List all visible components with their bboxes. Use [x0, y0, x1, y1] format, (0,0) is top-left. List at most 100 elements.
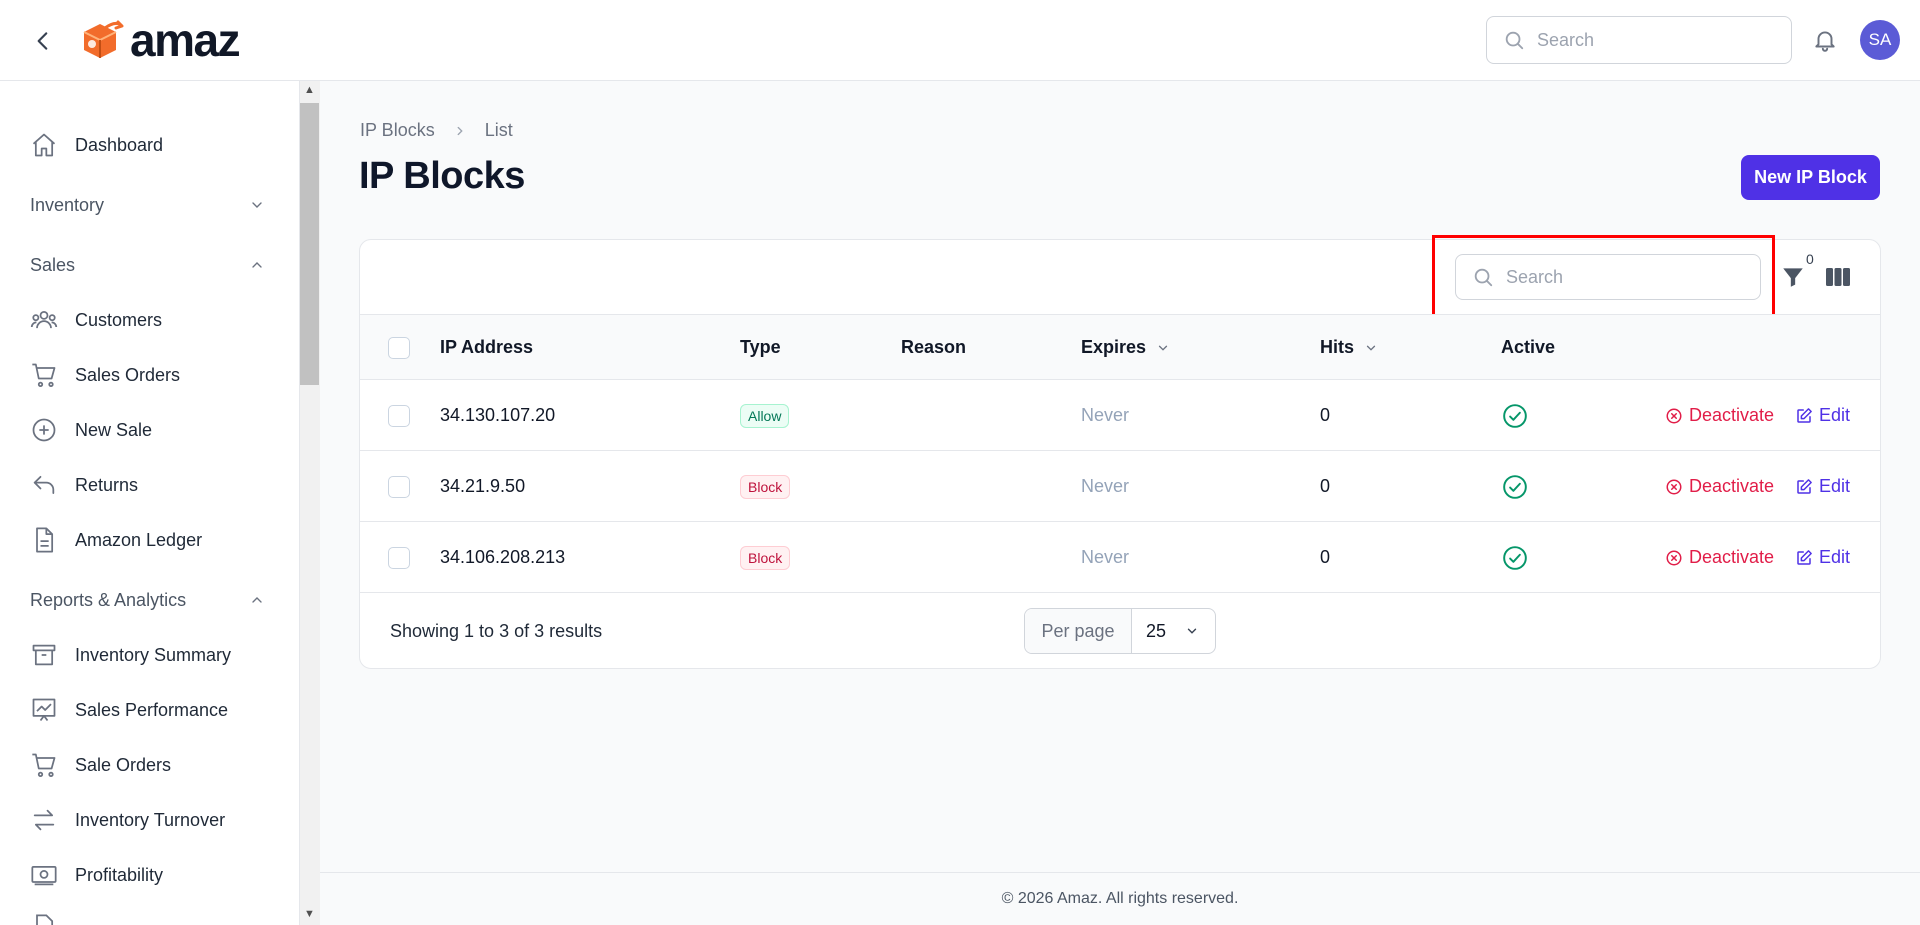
columns-icon[interactable]: [1825, 265, 1851, 289]
select-all-checkbox[interactable]: [388, 337, 410, 359]
sidebar-item-amazon-ledger[interactable]: Amazon Ledger: [30, 520, 202, 560]
sidebar-item-label: New Sale: [75, 419, 153, 440]
sidebar-item-label: Amazon Ledger: [75, 529, 203, 550]
global-search-input[interactable]: [1537, 29, 1757, 51]
chevron-down-icon: [252, 202, 262, 208]
ip-cell: 34.130.107.20: [440, 405, 556, 425]
new-ip-block-button[interactable]: New IP Block: [1741, 155, 1880, 200]
chevron-down-icon: [1366, 345, 1376, 351]
row-checkbox[interactable]: [388, 405, 410, 427]
filter-icon[interactable]: [1780, 264, 1806, 290]
logo-text: amaz: [130, 14, 241, 66]
global-search[interactable]: [1486, 16, 1792, 64]
ip-cell: 34.21.9.50: [440, 476, 526, 496]
row-checkbox[interactable]: [388, 476, 410, 498]
filter-count-badge: 0: [1806, 251, 1814, 267]
sidebar-group-reports[interactable]: Reports & Analytics: [30, 580, 265, 620]
check-circle-icon: [1503, 404, 1527, 428]
deactivate-button[interactable]: Deactivate: [1665, 476, 1774, 497]
chevron-down-icon: [1187, 628, 1197, 634]
edit-button[interactable]: Edit: [1795, 547, 1850, 568]
sidebar-item-label: Sale Orders: [75, 754, 172, 775]
column-header-active: Active: [1501, 337, 1556, 357]
per-page-control: Per page 25: [1024, 608, 1216, 654]
chart-icon: [32, 698, 56, 722]
sidebar-item-new-sale[interactable]: New Sale: [30, 410, 152, 450]
sidebar-item-label: Returns: [75, 474, 139, 495]
edit-icon: [1797, 549, 1812, 565]
x-circle-icon: [1666, 479, 1682, 494]
app-logo[interactable]: amaz: [78, 14, 241, 66]
back-arrow-icon[interactable]: [30, 28, 56, 54]
x-circle-icon: [1666, 550, 1682, 565]
users-icon: [30, 310, 58, 329]
type-badge: Block: [740, 546, 791, 570]
ip-cell: 34.106.208.213: [440, 547, 566, 567]
sidebar-group-label: Reports & Analytics: [30, 589, 187, 610]
breadcrumb-link[interactable]: IP Blocks: [360, 120, 435, 141]
cart-icon: [32, 753, 56, 777]
return-arrow-icon: [33, 475, 55, 495]
deactivate-button[interactable]: Deactivate: [1665, 405, 1774, 426]
type-badge: Block: [740, 475, 791, 499]
highlight-box: [1432, 235, 1775, 319]
sidebar-item-returns[interactable]: Returns: [30, 465, 138, 505]
x-circle-icon: [1666, 408, 1682, 423]
deactivate-button[interactable]: Deactivate: [1665, 547, 1774, 568]
column-header-hits[interactable]: Hits: [1320, 337, 1378, 358]
archive-icon: [32, 644, 56, 666]
sidebar-item-sales-performance[interactable]: Sales Performance: [30, 690, 228, 730]
hits-cell: 0: [1320, 405, 1331, 425]
search-icon: [1505, 31, 1524, 50]
sidebar-item-profitability[interactable]: Profitability: [30, 855, 163, 895]
edit-button[interactable]: Edit: [1795, 476, 1850, 497]
expires-cell: Never: [1081, 405, 1130, 425]
scroll-up-arrow[interactable]: ▲: [300, 81, 319, 99]
bell-icon[interactable]: [1812, 26, 1838, 54]
user-avatar[interactable]: SA: [1860, 20, 1900, 60]
per-page-label: Per page: [1025, 609, 1132, 653]
sidebar-group-label: Sales: [30, 254, 76, 275]
chevron-up-icon: [252, 597, 262, 603]
column-header-expires[interactable]: Expires: [1081, 337, 1170, 358]
sidebar-item-sales-orders[interactable]: Sales Orders: [30, 355, 180, 395]
document-icon: [36, 527, 54, 553]
edit-button[interactable]: Edit: [1795, 405, 1850, 426]
expires-cell: Never: [1081, 476, 1130, 496]
sidebar: Dashboard Inventory Sales Customers Sale…: [0, 81, 300, 925]
hits-cell: 0: [1320, 476, 1331, 496]
sidebar-group-sales[interactable]: Sales: [30, 245, 265, 285]
sidebar-item-customers[interactable]: Customers: [30, 300, 162, 340]
sidebar-scroll-thumb[interactable]: [300, 103, 319, 385]
home-icon: [32, 133, 56, 157]
logo-mark-icon: [83, 20, 124, 58]
scroll-down-arrow[interactable]: ▼: [300, 905, 319, 923]
row-checkbox[interactable]: [388, 547, 410, 569]
expires-cell: Never: [1081, 547, 1130, 567]
sidebar-item-label: Profitability: [75, 864, 164, 885]
sidebar-group-inventory[interactable]: Inventory: [30, 185, 265, 225]
sidebar-item-label: Dashboard: [75, 134, 164, 155]
chevron-down-icon: [1158, 345, 1168, 351]
breadcrumb: IP Blocks List: [360, 120, 513, 141]
check-circle-icon: [1503, 546, 1527, 570]
sidebar-item-sale-orders[interactable]: Sale Orders: [30, 745, 171, 785]
check-circle-icon: [1503, 475, 1527, 499]
sidebar-item-inventory-turnover[interactable]: Inventory Turnover: [30, 800, 225, 840]
top-bar: amaz SA: [0, 0, 1920, 81]
hits-cell: 0: [1320, 547, 1331, 567]
copyright-text: © 2026 Amaz. All rights reserved.: [1001, 890, 1239, 907]
page-title: IP Blocks: [359, 155, 525, 197]
per-page-select[interactable]: 25: [1132, 621, 1215, 642]
results-summary: Showing 1 to 3 of 3 results: [390, 621, 603, 641]
sidebar-group-label: Inventory: [30, 194, 105, 215]
column-header-reason: Reason: [901, 337, 967, 357]
sidebar-item-dashboard[interactable]: Dashboard: [30, 125, 163, 165]
sidebar-item-inventory-summary[interactable]: Inventory Summary: [30, 635, 231, 675]
plus-circle-icon: [32, 418, 56, 442]
sidebar-item-partial[interactable]: [30, 907, 75, 925]
edit-icon: [1797, 478, 1812, 494]
document-icon: [36, 914, 54, 925]
sidebar-item-label: Sales Performance: [75, 699, 229, 720]
chevron-up-icon: [252, 262, 262, 268]
